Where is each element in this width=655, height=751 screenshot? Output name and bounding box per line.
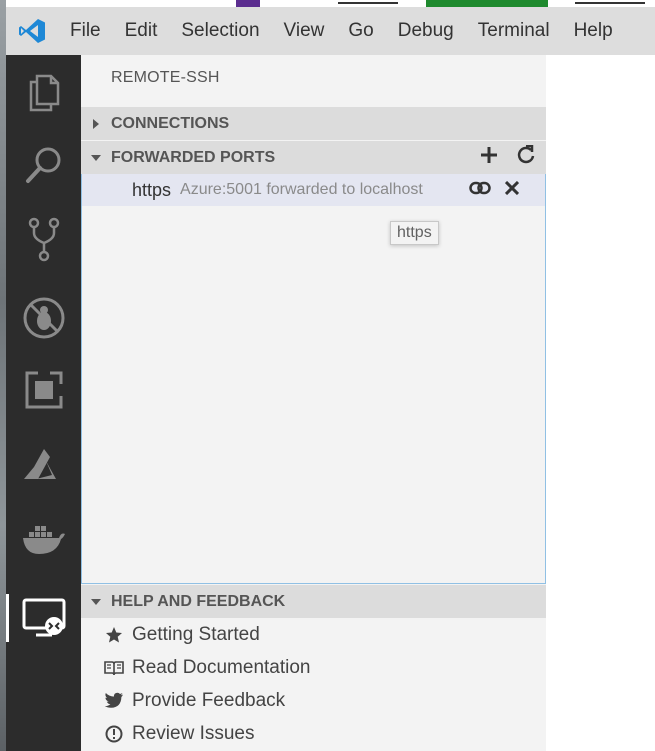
- chevron-down-icon: [81, 154, 111, 162]
- help-item-label: Review Issues: [132, 722, 255, 744]
- vscode-logo-icon: [6, 7, 58, 55]
- extensions-icon[interactable]: [6, 360, 81, 420]
- search-icon[interactable]: [6, 135, 81, 195]
- stop-forwarding-close-icon[interactable]: [504, 180, 520, 200]
- menu-debug[interactable]: Debug: [386, 7, 466, 55]
- refresh-icon[interactable]: [516, 144, 536, 170]
- forwarded-ports-label: FORWARDED PORTS: [111, 148, 276, 166]
- help-and-feedback-section-header[interactable]: HELP AND FEEDBACK: [81, 585, 546, 618]
- book-icon: [101, 660, 127, 676]
- port-description: Azure:5001 forwarded to localhost: [180, 181, 423, 198]
- connections-section-header[interactable]: CONNECTIONS: [81, 107, 546, 140]
- view-title: REMOTE-SSH: [111, 69, 220, 86]
- help-item-review-issues[interactable]: Review Issues: [81, 717, 546, 750]
- add-port-icon[interactable]: [480, 146, 498, 169]
- issues-icon: [101, 725, 127, 743]
- debug-icon[interactable]: [6, 288, 81, 348]
- remote-explorer-icon[interactable]: [6, 588, 81, 648]
- help-item-label: Provide Feedback: [132, 689, 286, 711]
- help-and-feedback-label: HELP AND FEEDBACK: [111, 592, 286, 610]
- azure-icon[interactable]: [6, 435, 81, 495]
- editor-area: [546, 55, 655, 751]
- open-browser-link-icon[interactable]: [469, 180, 491, 201]
- background-window-edge: [220, 0, 655, 7]
- menu-selection[interactable]: Selection: [169, 7, 271, 55]
- port-name: https: [132, 179, 172, 200]
- help-item-read-documentation[interactable]: Read Documentation: [81, 651, 546, 684]
- menu-help[interactable]: Help: [562, 7, 625, 55]
- help-item-provide-feedback[interactable]: Provide Feedback: [81, 684, 546, 717]
- help-item-getting-started[interactable]: Getting Started: [81, 618, 546, 651]
- remote-ssh-sidebar: REMOTE-SSH CONNECTIONS FORWARDED PORTS h…: [81, 55, 546, 751]
- help-list: Getting Started Read Documentation Provi…: [81, 618, 546, 750]
- star-icon: [101, 626, 127, 644]
- menu-view[interactable]: View: [272, 7, 337, 55]
- forwarded-ports-list: https Azure:5001 forwarded to localhost: [81, 174, 546, 584]
- port-row[interactable]: https Azure:5001 forwarded to localhost: [82, 174, 545, 206]
- chevron-down-icon: [81, 598, 111, 606]
- activity-bar: [6, 55, 81, 751]
- menu-go[interactable]: Go: [336, 7, 385, 55]
- help-item-label: Read Documentation: [132, 656, 311, 678]
- help-item-label: Getting Started: [132, 623, 260, 645]
- menu-terminal[interactable]: Terminal: [466, 7, 562, 55]
- menu-bar: File Edit Selection View Go Debug Termin…: [6, 7, 655, 55]
- docker-icon[interactable]: [6, 510, 81, 570]
- explorer-icon[interactable]: [6, 63, 81, 123]
- connections-label: CONNECTIONS: [111, 114, 230, 132]
- forwarded-ports-section-header[interactable]: FORWARDED PORTS: [81, 141, 546, 174]
- hover-tooltip: https: [390, 221, 439, 245]
- source-control-icon[interactable]: [6, 210, 81, 270]
- twitter-icon: [101, 692, 127, 709]
- menu-edit[interactable]: Edit: [113, 7, 170, 55]
- chevron-right-icon: [81, 118, 111, 130]
- menu-file[interactable]: File: [58, 7, 113, 55]
